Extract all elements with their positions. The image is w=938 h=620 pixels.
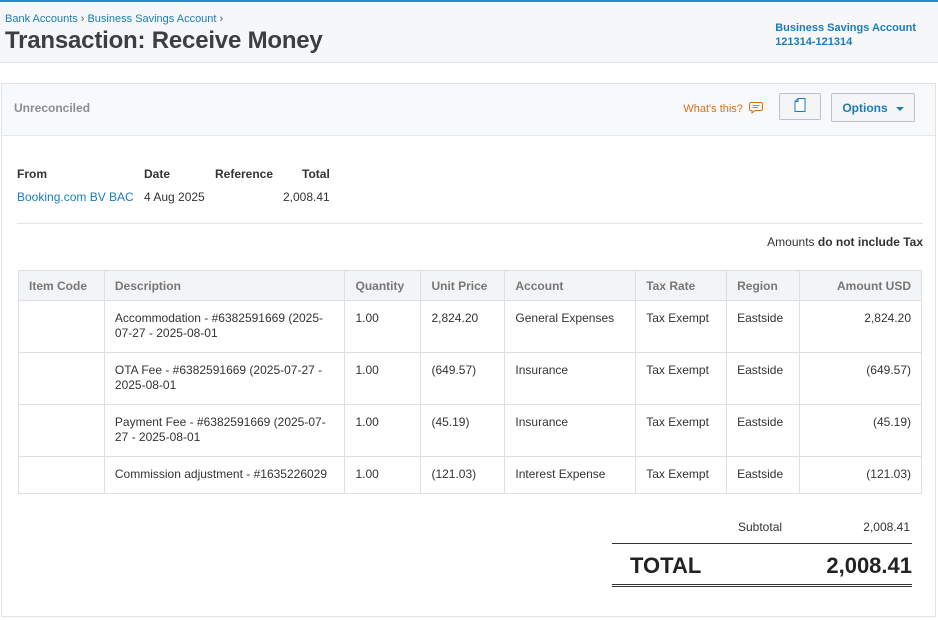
description-cell: Payment Fee - #6382591669 (2025-07-27 - …: [103, 404, 346, 457]
account-name[interactable]: Business Savings Account: [775, 21, 916, 35]
description-cell: Accommodation - #6382591669 (2025-07-27 …: [103, 300, 346, 353]
col-item-code: Item Code: [18, 270, 105, 301]
grand-total: TOTAL 2,008.41: [612, 543, 912, 587]
tax-note: Amounts do not include Tax: [767, 235, 923, 249]
region-cell: Eastside: [726, 352, 801, 405]
grand-total-value: 2,008.41: [826, 553, 912, 578]
options-button[interactable]: Options: [831, 93, 915, 122]
region-cell: Eastside: [726, 300, 801, 353]
options-label[interactable]: Options: [842, 101, 887, 115]
tax-rate-cell: Tax Exempt: [635, 352, 728, 405]
breadcrumb-separator: ›: [219, 13, 224, 25]
quantity-cell: 1.00: [344, 456, 422, 494]
from-contact-link[interactable]: Booking.com BV BAC: [17, 190, 134, 204]
subtotal-value: 2,008.41: [863, 520, 910, 534]
divider: [17, 223, 923, 224]
chevron-down-icon: [895, 106, 904, 111]
item-code-cell: [18, 300, 105, 353]
unit-price-cell: (121.03): [420, 456, 506, 494]
col-quantity: Quantity: [344, 270, 422, 301]
unit-price-cell: (45.19): [420, 404, 506, 457]
col-amount: Amount USD: [799, 270, 922, 301]
account-cell: Interest Expense: [504, 456, 637, 494]
panel-header: Unreconciled What's this? Options: [2, 84, 935, 136]
total-value: 2,008.41: [283, 190, 330, 204]
col-description: Description: [103, 270, 346, 301]
breadcrumb-business-savings[interactable]: Business Savings Account: [87, 13, 216, 25]
date-value: 4 Aug 2025: [144, 190, 205, 204]
transaction-panel: Unreconciled What's this? Options From D…: [1, 83, 936, 617]
account-cell: Insurance: [504, 404, 637, 457]
table-row: OTA Fee - #6382591669 (2025-07-27 - 2025…: [18, 352, 922, 405]
line-items-table: Item Code Description Quantity Unit Pric…: [18, 270, 922, 494]
account-info[interactable]: Business Savings Account 121314-121314: [775, 21, 916, 49]
reconcile-status: Unreconciled: [14, 101, 91, 115]
quantity-cell: 1.00: [344, 352, 422, 405]
tax-rate-cell: Tax Exempt: [635, 404, 728, 457]
copy-button[interactable]: [779, 93, 821, 120]
region-cell: Eastside: [726, 404, 801, 457]
table-row: Accommodation - #6382591669 (2025-07-27 …: [18, 300, 922, 353]
col-region: Region: [726, 270, 801, 301]
subtotal-label: Subtotal: [738, 520, 783, 534]
item-code-cell: [18, 456, 105, 494]
whats-this-link[interactable]: What's this?: [683, 101, 763, 117]
table-row: Payment Fee - #6382591669 (2025-07-27 - …: [18, 404, 922, 457]
region-cell: Eastside: [726, 456, 801, 494]
description-cell: Commission adjustment - #1635226029: [103, 456, 346, 494]
amount-cell: (649.57): [799, 352, 922, 405]
amount-cell: 2,824.20: [799, 300, 922, 353]
breadcrumb-bank-accounts[interactable]: Bank Accounts: [5, 13, 78, 25]
grand-total-label: TOTAL: [630, 553, 702, 578]
quantity-cell: 1.00: [344, 300, 422, 353]
account-cell: General Expenses: [504, 300, 637, 353]
reference-label: Reference: [215, 167, 274, 181]
tax-note-bold: do not include Tax: [817, 235, 923, 249]
col-tax-rate: Tax Rate: [635, 270, 728, 301]
copy-icon: [794, 98, 806, 115]
breadcrumb-separator: ›: [80, 13, 85, 25]
speech-bubble-icon[interactable]: [749, 101, 763, 117]
table-row: Commission adjustment - #1635226029 1.00…: [18, 456, 922, 494]
total-label: Total: [302, 167, 330, 181]
amount-cell: (45.19): [799, 404, 922, 457]
account-cell: Insurance: [504, 352, 637, 405]
unit-price-cell: (649.57): [420, 352, 506, 405]
col-account: Account: [504, 270, 637, 301]
whats-this-label[interactable]: What's this?: [683, 103, 743, 115]
item-code-cell: [18, 352, 105, 405]
page-header: Bank Accounts › Business Savings Account › …: [0, 2, 938, 63]
quantity-cell: 1.00: [344, 404, 422, 457]
unit-price-cell: 2,824.20: [420, 300, 506, 353]
breadcrumb: Bank Accounts › Business Savings Account ›: [5, 13, 226, 25]
date-label: Date: [144, 167, 171, 181]
from-label: From: [17, 167, 47, 181]
account-number[interactable]: 121314-121314: [775, 35, 916, 49]
table-header-row: Item Code Description Quantity Unit Pric…: [18, 270, 922, 301]
tax-note-prefix: Amounts: [767, 235, 818, 249]
description-cell: OTA Fee - #6382591669 (2025-07-27 - 2025…: [103, 352, 346, 405]
tax-rate-cell: Tax Exempt: [635, 456, 728, 494]
amount-cell: (121.03): [799, 456, 922, 494]
page-title: Transaction: Receive Money: [5, 27, 323, 54]
col-unit-price: Unit Price: [420, 270, 506, 301]
item-code-cell: [18, 404, 105, 457]
tax-rate-cell: Tax Exempt: [635, 300, 728, 353]
